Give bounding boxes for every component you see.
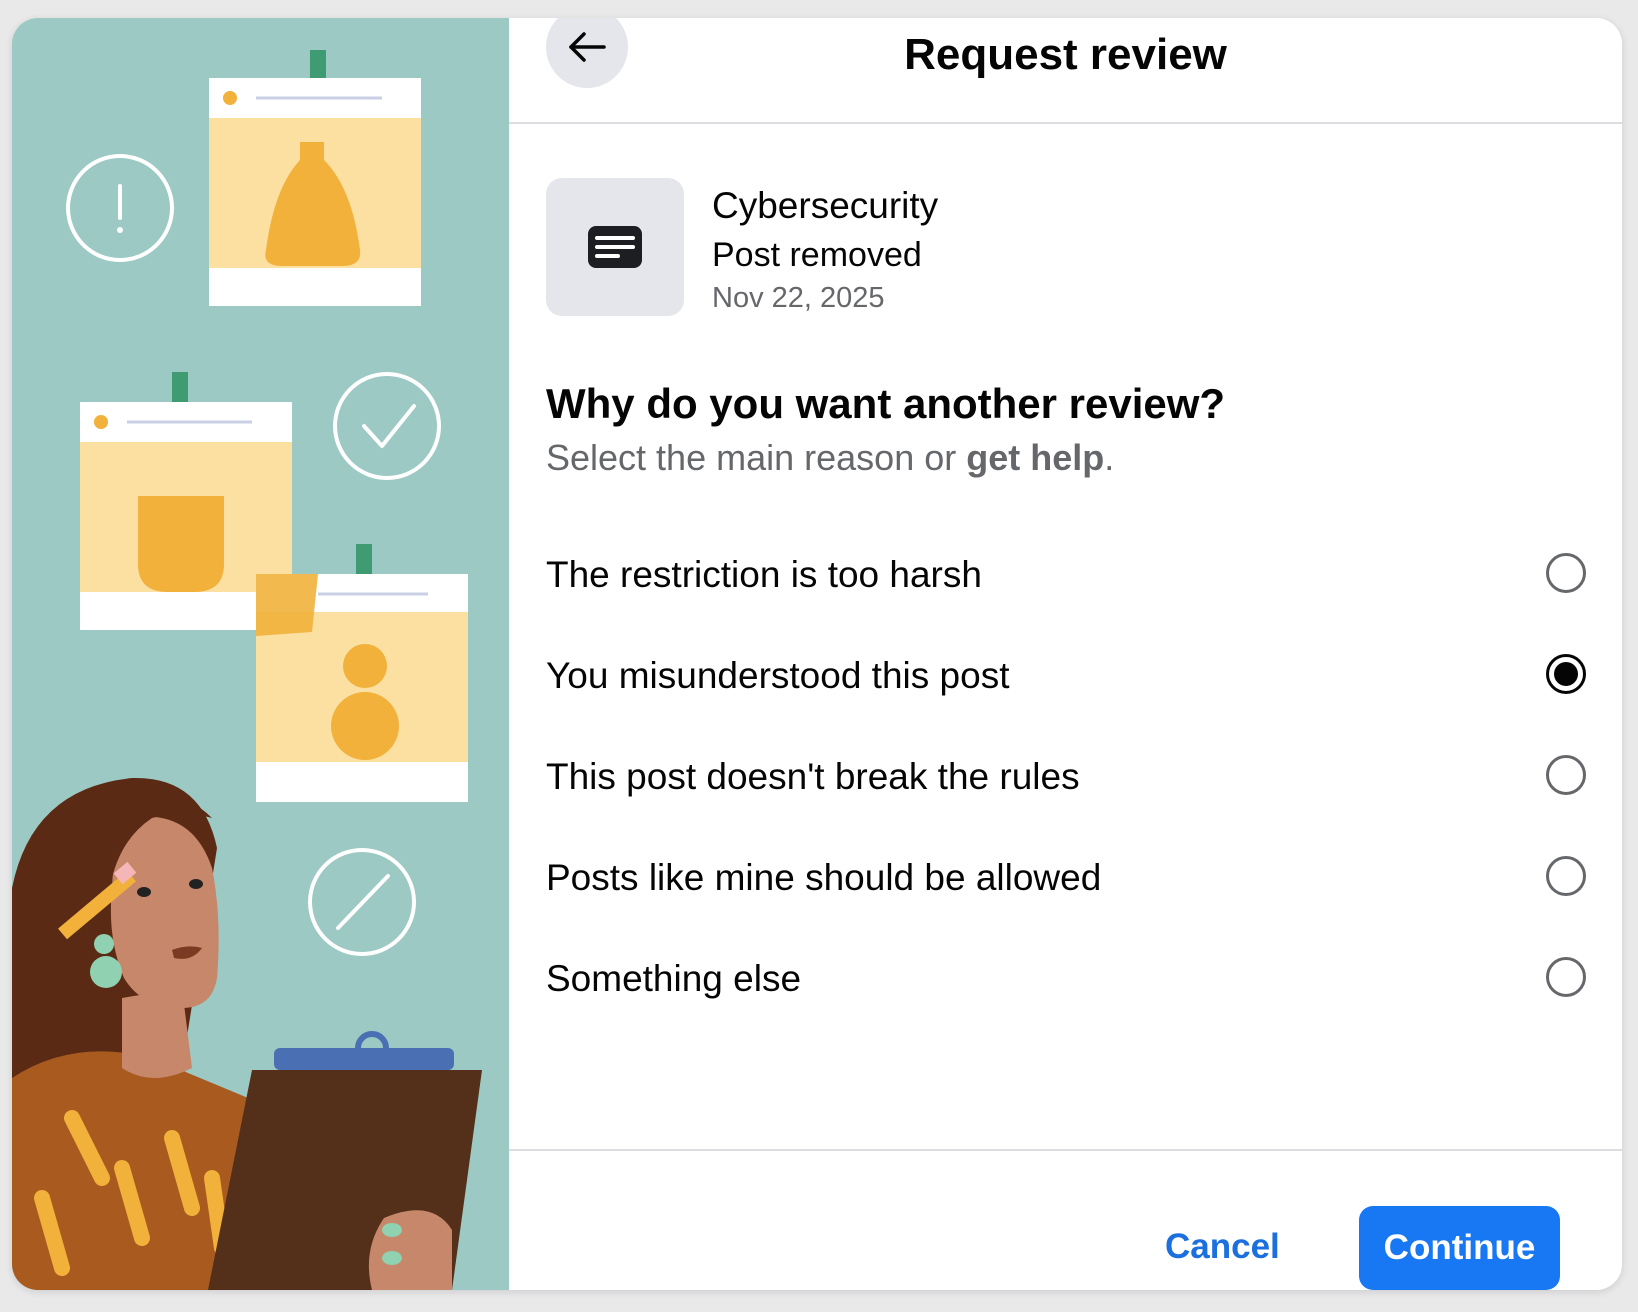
reviewer-person-icon [12, 777, 482, 1290]
check-circle-icon [333, 372, 441, 480]
review-form-panel: Request review Cybersecurity Post remove… [509, 18, 1622, 1290]
reason-option-no-rule-break[interactable]: This post doesn't break the rules [546, 730, 1586, 831]
option-label: This post doesn't break the rules [546, 756, 1080, 797]
instructions-text: Select the main reason or [546, 437, 967, 478]
option-label: Something else [546, 958, 802, 999]
post-status: Post removed [712, 236, 922, 274]
reviewer-illustration [12, 50, 482, 1290]
radio-button[interactable] [1546, 755, 1586, 795]
radio-button[interactable] [1546, 856, 1586, 896]
alert-circle-icon [66, 154, 174, 262]
reason-option-too-harsh[interactable]: The restriction is too harsh [546, 528, 1586, 629]
footer-divider [509, 1149, 1622, 1151]
review-question: Why do you want another review? [546, 380, 1226, 427]
review-instructions: Select the main reason or get help. [546, 436, 1114, 480]
message-lines-icon [588, 226, 642, 268]
radio-button[interactable] [1546, 553, 1586, 593]
reason-option-something-else[interactable]: Something else [546, 932, 1586, 1033]
get-help-link[interactable]: get help [966, 437, 1104, 478]
dialog-title: Request review [904, 30, 1227, 79]
illustration-panel [12, 18, 509, 1290]
post-group-name: Cybersecurity [712, 185, 939, 226]
paper-card-icon [209, 50, 421, 306]
option-label: The restriction is too harsh [546, 554, 982, 595]
no-entry-circle-icon [308, 848, 416, 956]
dialog-header: Request review [509, 18, 1622, 124]
paper-card-icon [256, 544, 468, 802]
radio-button-selected[interactable] [1546, 654, 1586, 694]
radio-button[interactable] [1546, 957, 1586, 997]
post-date: Nov 22, 2025 [712, 282, 885, 314]
reason-option-misunderstood[interactable]: You misunderstood this post [546, 629, 1586, 730]
request-review-dialog: Request review Cybersecurity Post remove… [12, 18, 1622, 1290]
instructions-end: . [1104, 437, 1115, 478]
post-summary: Cybersecurity Post removed Nov 22, 2025 [546, 178, 1446, 318]
post-thumbnail [546, 178, 684, 316]
reason-options: The restriction is too harsh You misunde… [546, 528, 1586, 1033]
option-label: You misunderstood this post [546, 655, 1010, 696]
option-label: Posts like mine should be allowed [546, 857, 1102, 898]
reason-option-should-be-allowed[interactable]: Posts like mine should be allowed [546, 831, 1586, 932]
cancel-button[interactable]: Cancel [1149, 1206, 1296, 1288]
continue-button[interactable]: Continue [1359, 1206, 1560, 1290]
